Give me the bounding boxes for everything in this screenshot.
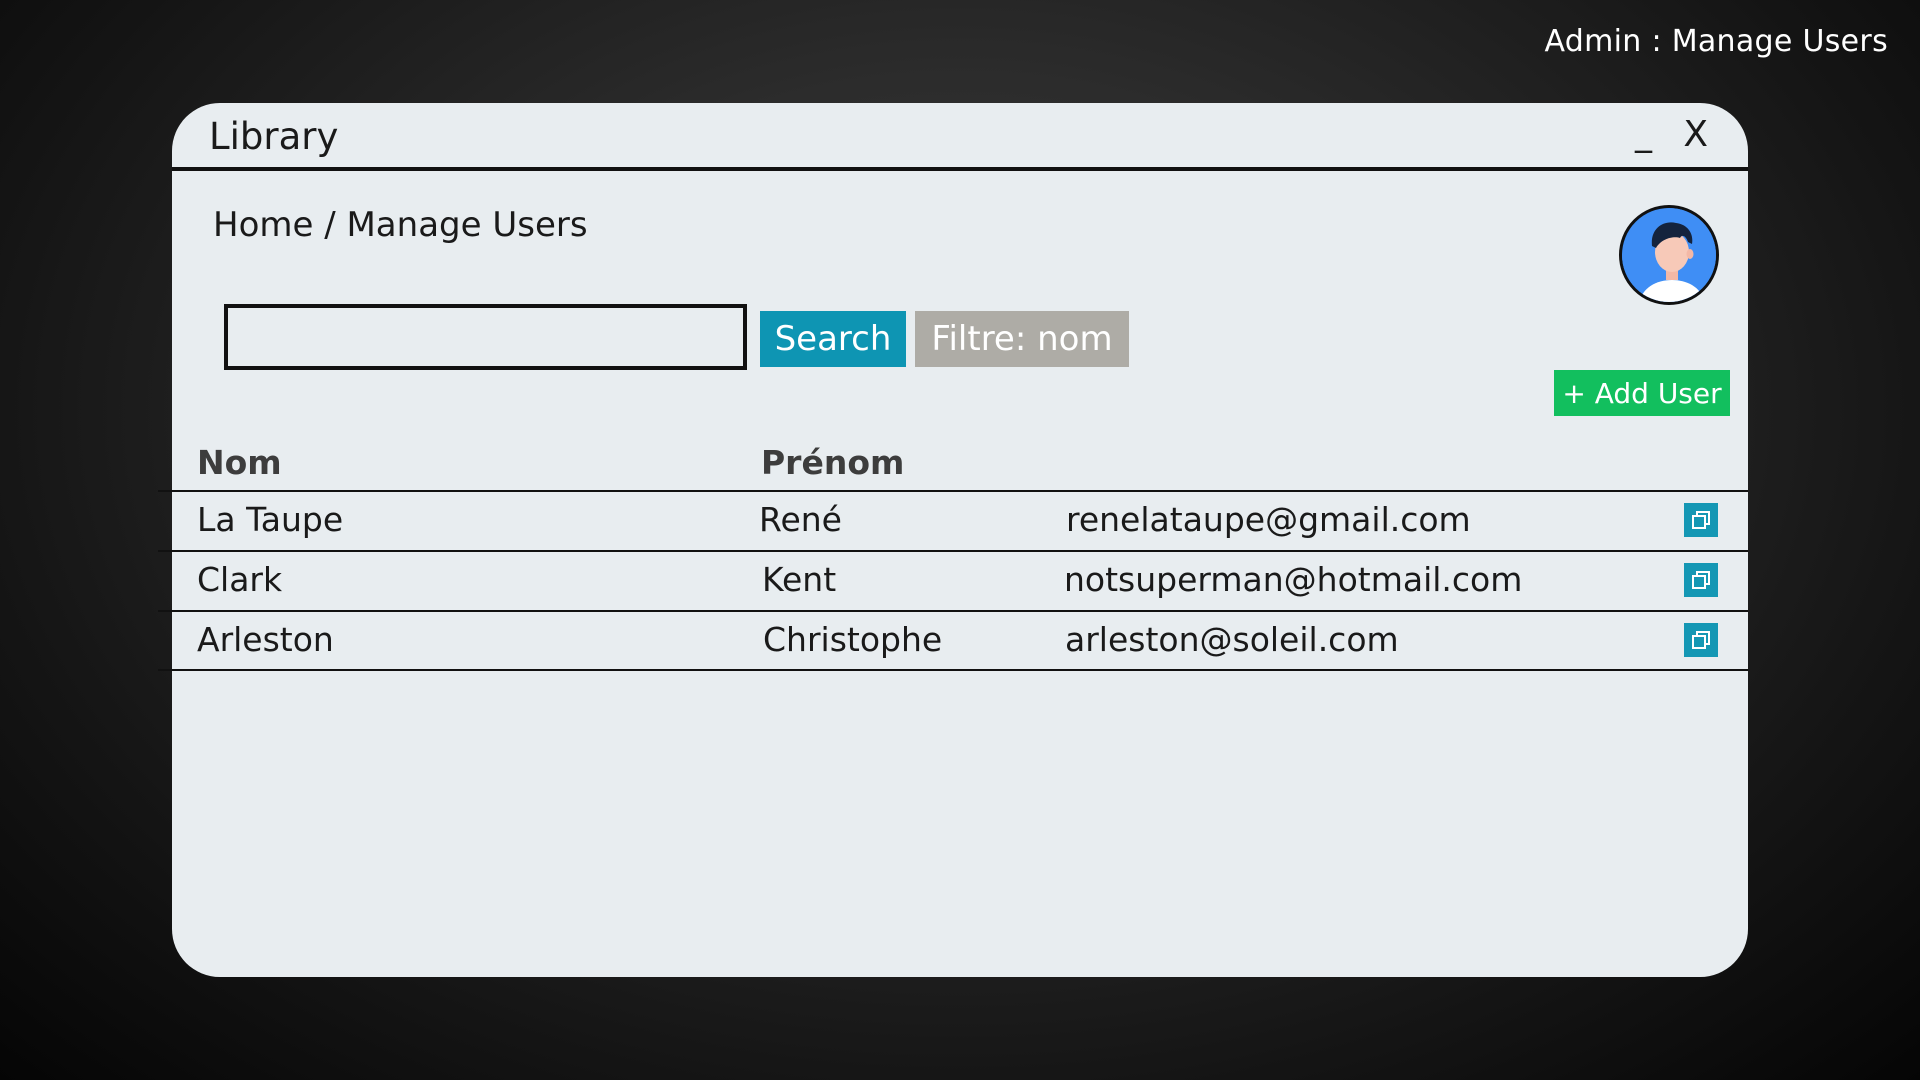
filter-button[interactable]: Filtre: nom xyxy=(915,311,1129,367)
copy-icon[interactable] xyxy=(1684,503,1718,537)
table-row[interactable]: Arleston Christophe arleston@soleil.com xyxy=(158,610,1748,671)
cell-prenom: Kent xyxy=(762,560,837,599)
app-title: Library xyxy=(209,115,339,158)
cell-email: arleston@soleil.com xyxy=(1065,620,1399,659)
search-button[interactable]: Search xyxy=(760,311,906,367)
page-caption: Admin : Manage Users xyxy=(1544,24,1888,59)
minimize-button[interactable]: _ xyxy=(1635,117,1652,151)
title-bar: Library _ X xyxy=(172,103,1748,171)
table-row[interactable]: Clark Kent notsuperman@hotmail.com xyxy=(158,550,1748,610)
cell-prenom: René xyxy=(759,500,842,539)
breadcrumb[interactable]: Home / Manage Users xyxy=(213,205,588,245)
cell-nom: Arleston xyxy=(197,620,334,659)
user-avatar-icon[interactable] xyxy=(1619,205,1719,305)
copy-icon[interactable] xyxy=(1684,623,1718,657)
close-button[interactable]: X xyxy=(1683,117,1708,153)
column-header-nom: Nom xyxy=(197,443,282,482)
copy-icon[interactable] xyxy=(1684,563,1718,597)
cell-nom: La Taupe xyxy=(197,500,344,539)
cell-email: notsuperman@hotmail.com xyxy=(1064,560,1523,599)
add-user-button[interactable]: + Add User xyxy=(1554,370,1730,416)
cell-prenom: Christophe xyxy=(763,620,943,659)
cell-nom: Clark xyxy=(197,560,283,599)
cell-email: renelataupe@gmail.com xyxy=(1066,500,1471,539)
table-row[interactable]: La Taupe René renelataupe@gmail.com xyxy=(158,490,1748,550)
column-header-prenom: Prénom xyxy=(761,443,905,482)
search-input[interactable] xyxy=(224,304,747,370)
app-window: Library _ X Home / Manage Users Search F… xyxy=(158,103,1748,977)
